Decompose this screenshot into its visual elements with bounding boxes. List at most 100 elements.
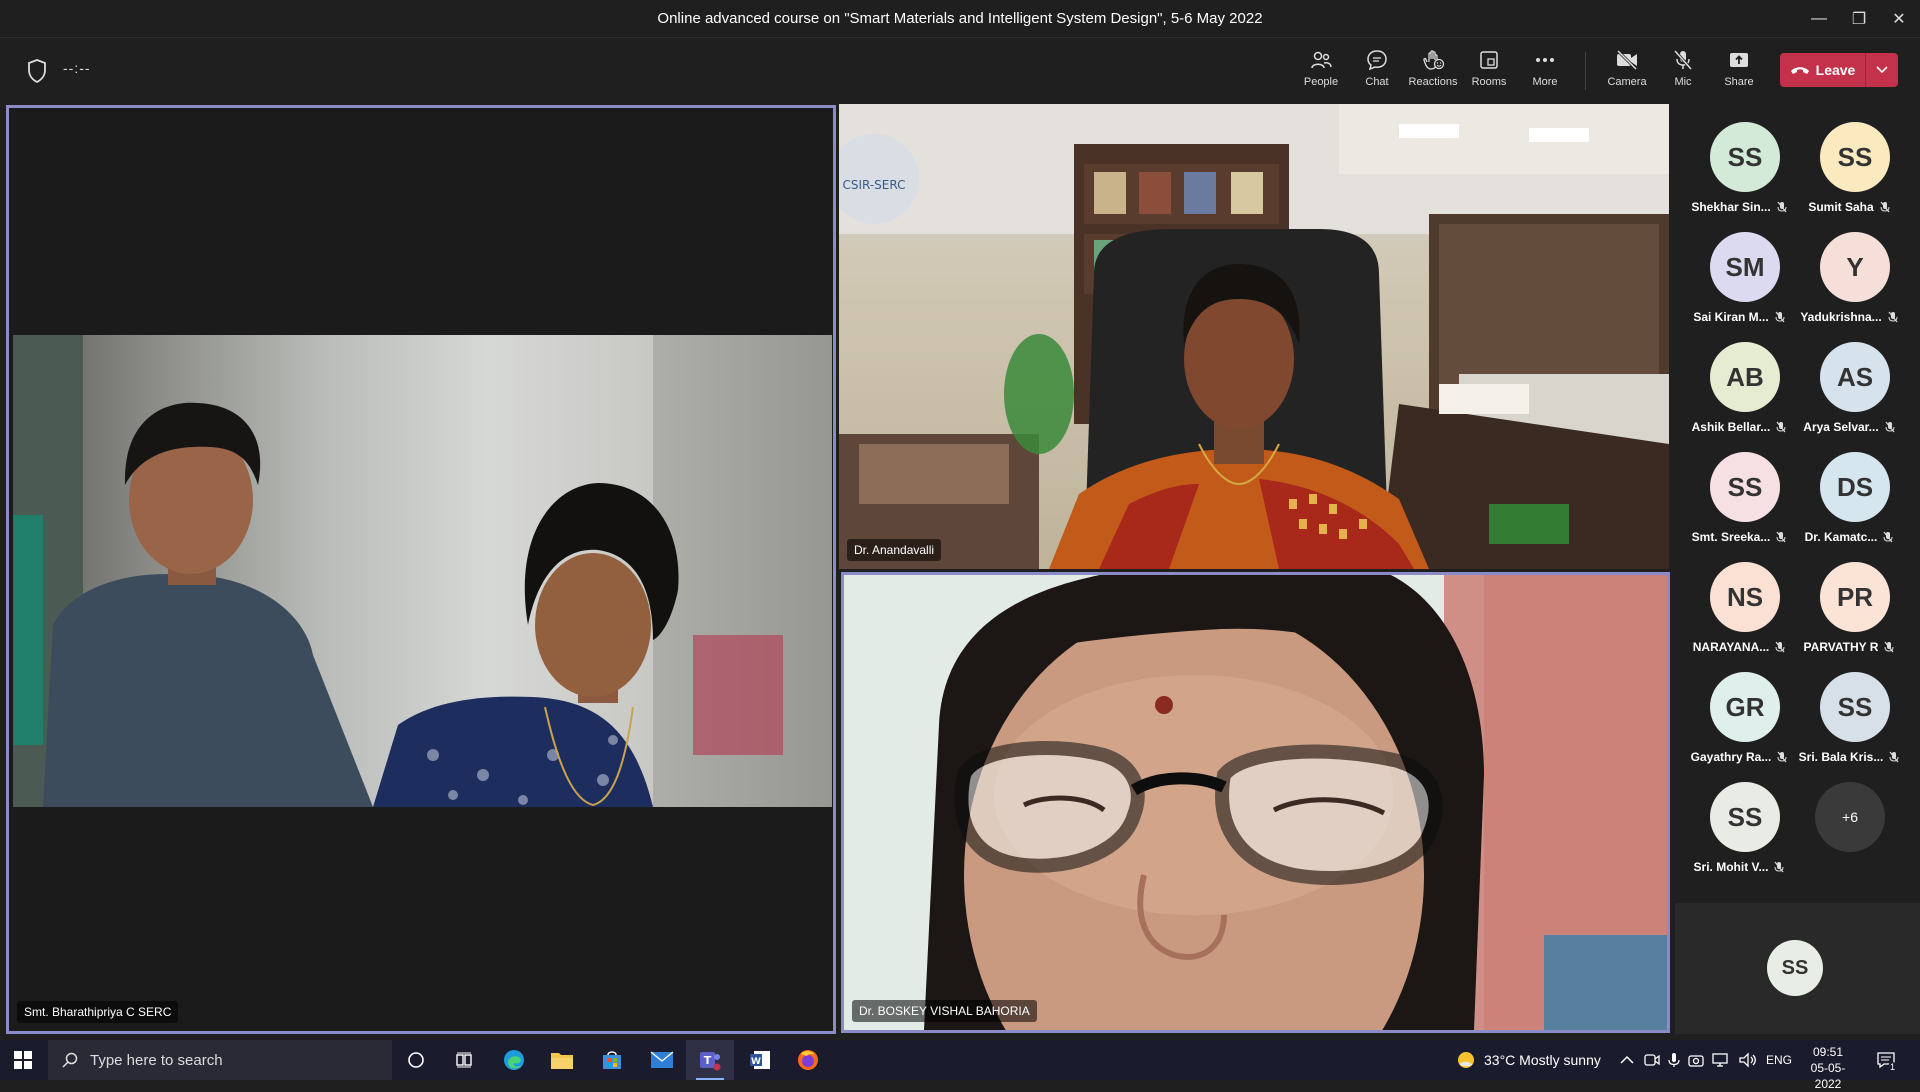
video-frame-image: CSIR-SERC [839, 104, 1669, 569]
video-frame-image [844, 575, 1667, 1030]
mic-off-icon [1671, 48, 1695, 72]
participant-tile[interactable]: AB Ashik Bellar... [1684, 324, 1794, 434]
windows-taskbar: Type here to search T W 33°C Mostly sunn… [0, 1040, 1920, 1091]
file-explorer-app[interactable] [538, 1040, 586, 1080]
camera-off-icon [1615, 48, 1639, 72]
system-clock[interactable]: 09:51 05-05-2022 [1798, 1044, 1858, 1092]
network-icon[interactable] [1712, 1052, 1730, 1068]
taskbar-search-input[interactable]: Type here to search [48, 1040, 392, 1080]
camera-button[interactable]: Camera [1599, 48, 1655, 94]
share-label: Share [1724, 76, 1754, 88]
people-button[interactable]: People [1293, 48, 1349, 94]
participant-tile[interactable]: SS Sri. Mohit V... [1684, 764, 1794, 874]
chevron-down-icon [1876, 66, 1888, 74]
participant-tile[interactable]: NS NARAYANA... [1684, 544, 1794, 654]
participant-tile[interactable]: PR PARVATHY R [1794, 544, 1904, 654]
mic-off-icon [1889, 751, 1899, 763]
word-app[interactable]: W [736, 1040, 784, 1080]
avatar: SS [1820, 122, 1890, 192]
mic-button[interactable]: Mic [1655, 48, 1711, 94]
title-bar: Online advanced course on "Smart Materia… [0, 0, 1920, 38]
show-hidden-icons-button[interactable] [1620, 1040, 1634, 1080]
meeting-timer: --:-- [63, 60, 91, 76]
more-participants-button[interactable]: +6 [1815, 782, 1885, 852]
participant-tile[interactable]: SS Smt. Sreeka... [1684, 434, 1794, 544]
avatar: Y [1820, 232, 1890, 302]
video-tile-anandavalli[interactable]: CSIR-SERC Dr. Anandavalli [839, 104, 1669, 569]
store-app[interactable] [588, 1040, 636, 1080]
participant-name-tag: Dr. BOSKEY VISHAL BAHORIA [852, 1000, 1037, 1022]
more-label: More [1532, 76, 1558, 88]
participant-roster: SS Shekhar Sin... SS Sumit Saha SM Sai K… [1673, 104, 1920, 1034]
mic-off-icon [1884, 641, 1894, 653]
folder-icon [551, 1053, 573, 1069]
participant-tile[interactable]: SS Sumit Saha [1794, 104, 1904, 214]
close-button[interactable]: ✕ [1876, 0, 1920, 38]
reactions-button[interactable]: Reactions [1405, 48, 1461, 94]
participant-name: Sri. Mohit V... [1684, 860, 1794, 874]
people-icon [1309, 48, 1333, 72]
microphone-icon[interactable] [1668, 1052, 1680, 1068]
task-view-button[interactable] [440, 1040, 488, 1080]
leave-label: Leave [1815, 62, 1856, 78]
meeting-toolbar: --:-- People Chat Reactions Rooms More C… [0, 38, 1920, 102]
teams-icon: T [700, 1052, 721, 1071]
avatar: PR [1820, 562, 1890, 632]
cortana-button[interactable] [392, 1040, 440, 1080]
participant-name: Ashik Bellar... [1684, 420, 1794, 434]
notification-count: 1 [1888, 1062, 1898, 1072]
avatar: SS [1710, 122, 1780, 192]
meet-now-icon[interactable] [1644, 1052, 1660, 1068]
teams-app[interactable]: T [686, 1040, 734, 1080]
word-icon: W [750, 1051, 770, 1069]
participant-name-tag: Smt. Bharathipriya C SERC [17, 1001, 179, 1023]
cortana-icon [408, 1052, 424, 1068]
video-tile-bharathipriya[interactable]: Smt. Bharathipriya C SERC [6, 105, 836, 1034]
participant-tile[interactable]: DS Dr. Kamatc... [1794, 434, 1904, 544]
clock-time: 09:51 [1812, 1045, 1844, 1059]
mic-off-icon [1776, 421, 1786, 433]
participant-name: Shekhar Sin... [1684, 200, 1794, 214]
participant-tile[interactable]: SS Shekhar Sin... [1684, 104, 1794, 214]
avatar: SS [1710, 782, 1780, 852]
leave-button[interactable]: Leave [1780, 53, 1866, 87]
store-icon [603, 1051, 621, 1069]
chat-button[interactable]: Chat [1349, 48, 1405, 94]
participant-name: Smt. Sreeka... [1684, 530, 1794, 544]
toolbar-divider [1585, 52, 1586, 90]
notifications-button[interactable]: 1 [1876, 1040, 1898, 1080]
firefox-app[interactable] [784, 1040, 832, 1080]
more-button[interactable]: More [1517, 48, 1573, 94]
self-avatar[interactable]: SS [1767, 940, 1823, 996]
avatar: NS [1710, 562, 1780, 632]
participant-tile[interactable]: SM Sai Kiran M... [1684, 214, 1794, 324]
video-tile-boskey[interactable]: Dr. BOSKEY VISHAL BAHORIA [841, 572, 1670, 1033]
mic-off-icon [1775, 311, 1785, 323]
rooms-button[interactable]: Rooms [1461, 48, 1517, 94]
participant-tile[interactable]: GR Gayathry Ra... [1684, 654, 1794, 764]
participant-tile[interactable]: AS Arya Selvar... [1794, 324, 1904, 434]
avatar: AS [1820, 342, 1890, 412]
leave-options-button[interactable] [1866, 53, 1898, 87]
edge-app[interactable] [490, 1040, 538, 1080]
search-placeholder: Type here to search [90, 1051, 223, 1069]
start-button[interactable] [0, 1040, 46, 1080]
participant-tile[interactable]: Y Yadukrishna... [1794, 214, 1904, 324]
participant-name: Dr. Kamatc... [1794, 530, 1904, 544]
participant-tile[interactable]: SS Sri. Bala Kris... [1794, 654, 1904, 764]
chevron-up-icon [1620, 1055, 1634, 1064]
people-label: People [1303, 76, 1339, 88]
more-icon [1533, 48, 1557, 72]
camera-icon[interactable] [1688, 1052, 1704, 1068]
leave-button-group: Leave [1780, 53, 1898, 87]
weather-text: 33°C Mostly sunny [1484, 1052, 1601, 1068]
windows-logo-icon [14, 1051, 32, 1069]
volume-icon[interactable] [1738, 1052, 1756, 1068]
mail-app[interactable] [638, 1040, 686, 1080]
weather-widget[interactable]: 33°C Mostly sunny [1456, 1040, 1601, 1080]
language-indicator[interactable]: ENG [1766, 1040, 1792, 1080]
svg-text:T: T [704, 1054, 712, 1067]
share-button[interactable]: Share [1711, 48, 1767, 94]
mail-icon [650, 1051, 674, 1068]
search-icon [62, 1052, 78, 1068]
